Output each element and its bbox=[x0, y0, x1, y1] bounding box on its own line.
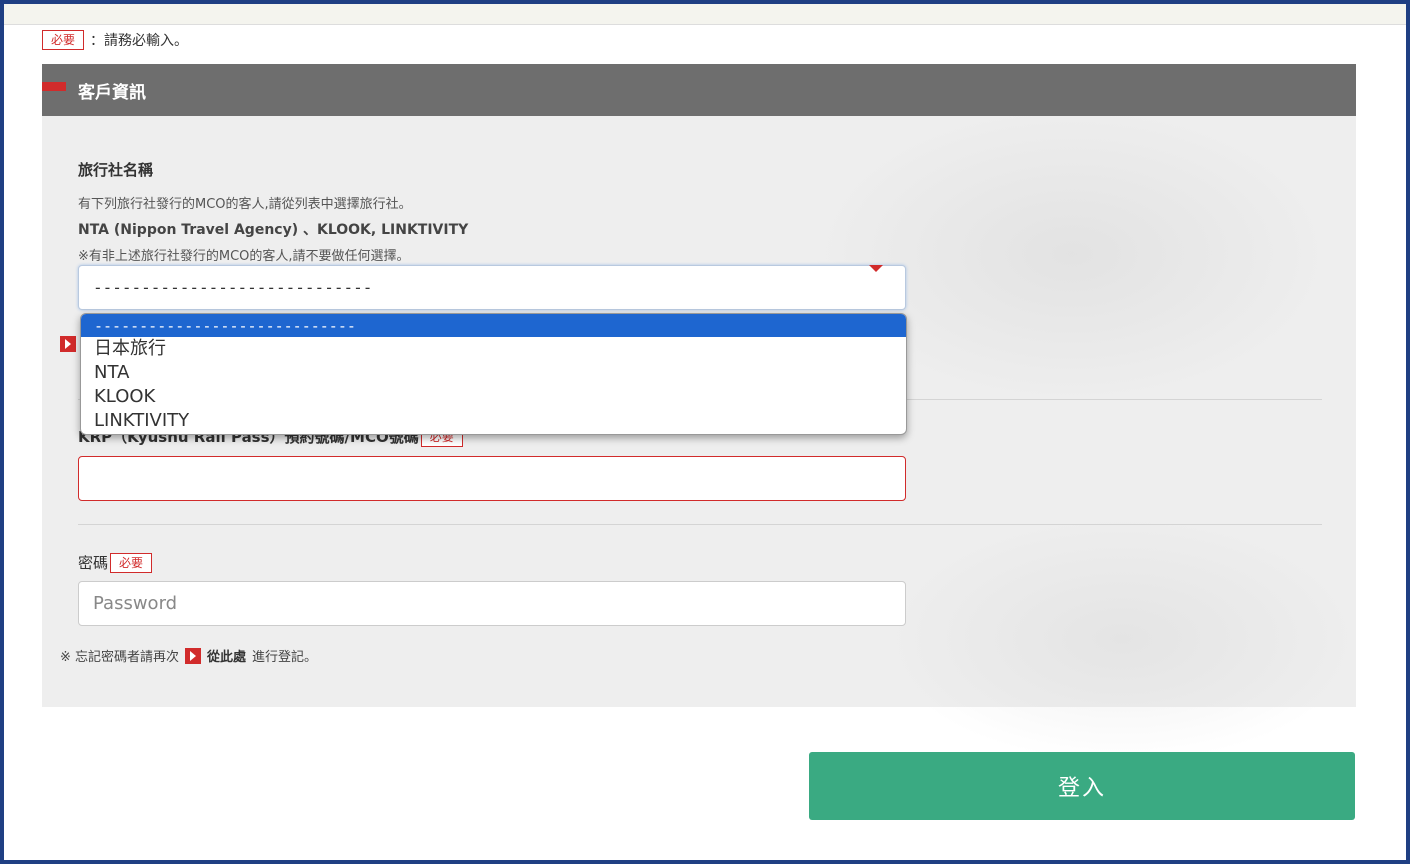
agency-help-2: NTA (Nippon Travel Agency) 、KLOOK, LINKT… bbox=[78, 222, 469, 238]
required-note-text: ：請務必輸入。 bbox=[90, 33, 189, 49]
agency-dropdown-list: ----------------------------- 日本旅行 NTA K… bbox=[80, 313, 907, 435]
required-legend: 必要 ：請務必輸入。 bbox=[42, 30, 188, 50]
decorative-illustration-2 bbox=[882, 514, 1362, 764]
top-bar bbox=[4, 4, 1406, 25]
agency-help-3: ※有非上述旅行社發行的MCO的客人,請不要做任何選擇。 bbox=[78, 249, 410, 264]
forgot-password-note: ※ 忘記密碼者請再次 從此處 進行登記。 bbox=[60, 646, 317, 665]
password-label: 密碼 bbox=[78, 554, 109, 572]
forgot-password-link[interactable]: 從此處 bbox=[207, 646, 246, 665]
dropdown-option[interactable]: KLOOK bbox=[81, 385, 906, 409]
divider bbox=[78, 524, 1322, 525]
dropdown-option[interactable]: NTA bbox=[81, 361, 906, 385]
dropdown-option[interactable]: ----------------------------- bbox=[81, 314, 906, 337]
password-input[interactable] bbox=[78, 581, 906, 626]
section-header: 客戶資訊 bbox=[42, 64, 1356, 116]
agency-select[interactable]: ----------------------------- bbox=[78, 265, 906, 310]
krp-number-input[interactable] bbox=[78, 456, 906, 501]
forgot-suffix: 進行登記。 bbox=[252, 650, 318, 665]
play-arrow-icon bbox=[185, 647, 202, 664]
login-button[interactable]: 登入 bbox=[809, 752, 1355, 820]
chevron-down-icon bbox=[869, 265, 883, 272]
agency-select-value: ----------------------------- bbox=[93, 278, 373, 297]
required-tag: 必要 bbox=[110, 552, 153, 573]
section-header-accent bbox=[42, 82, 66, 91]
dropdown-option[interactable]: LINKTIVITY bbox=[81, 409, 906, 433]
agency-help-1: 有下列旅行社發行的MCO的客人,請從列表中選擇旅行社。 bbox=[78, 197, 412, 212]
password-label-row: 密碼 必要 bbox=[78, 552, 153, 573]
agency-label: 旅行社名稱 bbox=[78, 161, 154, 179]
required-tag: 必要 bbox=[42, 30, 85, 50]
play-arrow-icon bbox=[60, 333, 76, 352]
section-title: 客戶資訊 bbox=[78, 83, 146, 103]
dropdown-option[interactable]: 日本旅行 bbox=[81, 337, 906, 361]
forgot-prefix: ※ 忘記密碼者請再次 bbox=[60, 650, 180, 665]
